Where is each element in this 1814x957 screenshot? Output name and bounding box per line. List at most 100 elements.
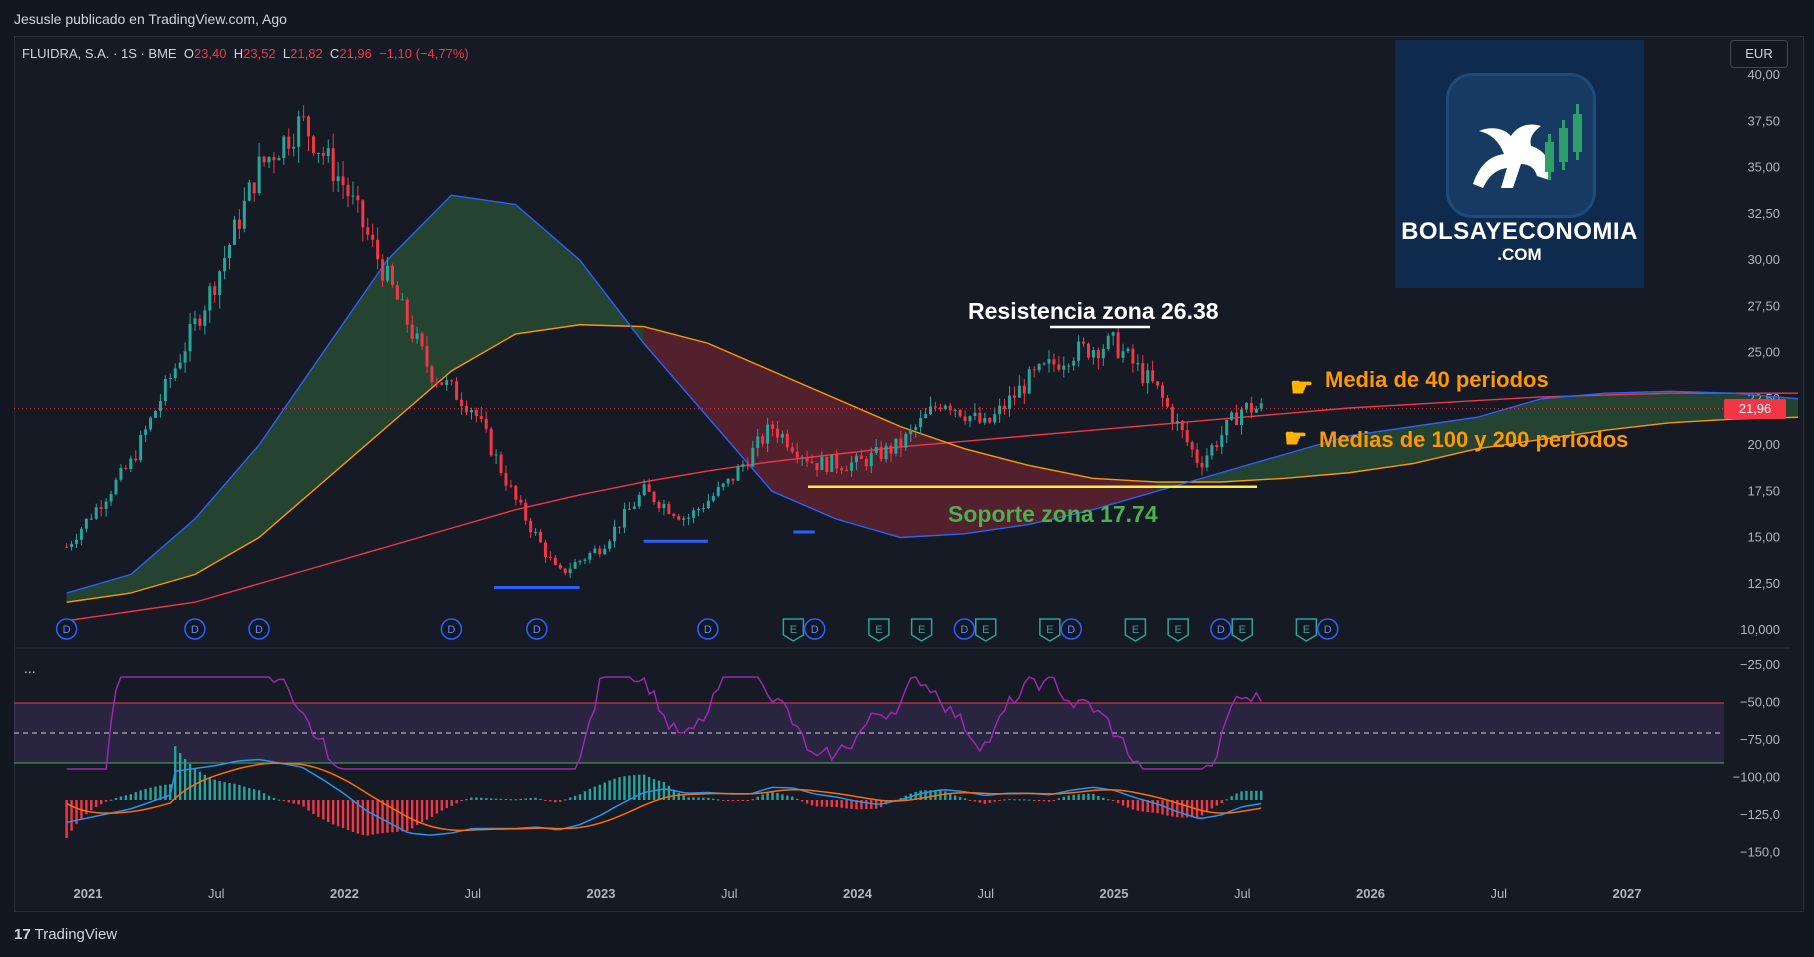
time-tick-label: 2024 (843, 886, 873, 901)
macd-histogram-bar (109, 799, 113, 801)
candle-body (1126, 348, 1130, 352)
candle-body (1003, 405, 1007, 410)
candle-body (938, 407, 942, 409)
macd-histogram-bar (1018, 799, 1021, 801)
candle-body (859, 455, 863, 459)
candle-body (351, 195, 355, 197)
candle-body (149, 417, 153, 430)
candle-body (1240, 409, 1244, 426)
footer-bar: 17 TradingView (0, 912, 1814, 957)
macd-histogram-bar (1013, 799, 1016, 801)
candle-body (79, 528, 83, 540)
candle-body (978, 412, 982, 423)
macd-histogram-bar (1210, 800, 1214, 809)
pointing-hand-icon: ☛ (1290, 372, 1314, 402)
logo-text-domain: .COM (1497, 245, 1542, 264)
candle-body (1165, 397, 1169, 407)
macd-histogram-bar (494, 798, 498, 800)
macd-histogram-bar (361, 800, 365, 836)
candle-body (158, 401, 162, 411)
macd-histogram-bar (1003, 799, 1006, 801)
candle-body (780, 433, 784, 438)
candle-body (252, 182, 256, 194)
candle-body (845, 470, 849, 472)
candle-body (484, 418, 488, 429)
macd-histogram-bar (835, 800, 838, 808)
macd-histogram-bar (139, 790, 142, 800)
candle-body (499, 454, 503, 474)
candle-body (361, 200, 365, 228)
macd-histogram-bar (499, 798, 503, 800)
candle-body (919, 418, 923, 428)
time-tick-label: Jul (464, 886, 481, 901)
candle-body (326, 148, 330, 156)
price-tick-label: 10,000 (1740, 622, 1780, 637)
candle-body (973, 412, 977, 417)
candle-body (228, 244, 232, 259)
candle-body (460, 399, 464, 407)
macd-histogram-bar (1161, 800, 1164, 815)
candle-body (603, 548, 607, 555)
resistance-label: Resistencia zona 26.38 (968, 298, 1219, 324)
macd-histogram-bar (623, 776, 626, 800)
candle-body (346, 185, 350, 197)
candle-body (474, 410, 478, 416)
dividend-marker-label: D (1067, 624, 1075, 636)
macd-histogram-bar (712, 798, 715, 800)
candle-body (805, 457, 809, 462)
macd-histogram-bar (489, 798, 493, 800)
candle-body (445, 380, 449, 385)
candle-body (1146, 370, 1150, 384)
candle-body (889, 445, 893, 454)
macd-histogram-bar (786, 795, 789, 800)
currency-button[interactable]: EUR (1730, 40, 1788, 68)
macd-histogram-bar (470, 797, 473, 800)
candle-body (563, 568, 567, 574)
candle-body (795, 451, 799, 458)
oscillator-tick-label: −150,0 (1740, 845, 1780, 860)
candle-body (835, 454, 839, 469)
macd-histogram-bar (726, 800, 730, 801)
brand-logo: BOLSAYECONOMIA .COM (1395, 40, 1644, 288)
candle-body (637, 495, 641, 507)
candle-body (257, 156, 261, 194)
candle-body (662, 503, 666, 509)
candle-body (400, 299, 404, 301)
candle-body (958, 409, 962, 417)
macd-histogram-bar (687, 797, 690, 800)
macd-histogram-bar (371, 800, 374, 835)
macd-histogram-bar (524, 798, 527, 800)
candle-body (1047, 359, 1051, 364)
ma-cloud-segment (323, 260, 388, 482)
tradingview-brand[interactable]: 17 TradingView (14, 926, 117, 943)
candle-body (74, 539, 78, 544)
candle-body (1175, 421, 1179, 424)
macd-histogram-bar (85, 800, 88, 815)
candle-body (1215, 445, 1219, 448)
candle-body (1057, 364, 1061, 370)
oscillator-tick-label: −100,00 (1733, 770, 1780, 785)
candle-body (1012, 395, 1016, 398)
more-indicators-icon[interactable]: ... (24, 660, 36, 676)
ma-cloud-segment (451, 195, 516, 371)
candle-body (1042, 363, 1046, 365)
macd-histogram-bar (1230, 796, 1233, 800)
macd-histogram-bar (1205, 800, 1209, 812)
candle-body (998, 405, 1002, 415)
high-value: 23,52 (243, 46, 276, 61)
macd-histogram-bar (460, 800, 463, 802)
candle-body (894, 438, 898, 454)
candle-body (1249, 402, 1253, 413)
candle-body (761, 436, 765, 444)
candle-body (119, 468, 123, 480)
macd-histogram-bar (312, 800, 315, 815)
candle-body (1027, 369, 1031, 394)
macd-histogram-bar (583, 791, 587, 800)
candle-body (1259, 403, 1263, 409)
candle-body (854, 455, 858, 463)
macd-histogram-bar (810, 800, 814, 806)
macd-histogram-bar (1042, 800, 1046, 802)
candle-body (114, 479, 118, 495)
candle-body (815, 462, 819, 470)
macd-histogram-bar (973, 800, 977, 802)
